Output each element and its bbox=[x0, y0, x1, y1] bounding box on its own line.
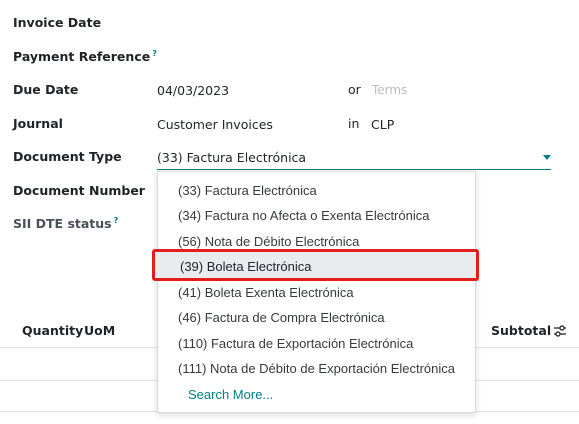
payment-reference-label-text: Payment Reference bbox=[13, 49, 151, 65]
dropdown-option[interactable]: (33) Factura Electrónica bbox=[178, 183, 317, 198]
chevron-down-icon[interactable] bbox=[543, 155, 551, 160]
subtotal-column-header[interactable]: Subtotal bbox=[491, 323, 551, 338]
dropdown-option[interactable]: (111) Nota de Débito de Exportación Elec… bbox=[178, 361, 455, 376]
currency-input[interactable]: CLP bbox=[371, 117, 394, 132]
sii-status-help-icon[interactable]: ? bbox=[114, 216, 119, 225]
dropdown-option[interactable]: (41) Boleta Exenta Electrónica bbox=[178, 285, 354, 300]
invoice-date-label: Invoice Date bbox=[13, 15, 102, 30]
dropdown-option-highlighted[interactable]: (39) Boleta Electrónica bbox=[152, 249, 479, 281]
uom-column-header[interactable]: UoM bbox=[84, 323, 115, 338]
payment-terms-input[interactable]: Terms bbox=[372, 83, 407, 97]
document-type-label: Document Type bbox=[13, 149, 122, 164]
payment-reference-help-icon[interactable]: ? bbox=[152, 49, 157, 58]
due-date-input[interactable]: 04/03/2023 bbox=[157, 83, 229, 98]
due-date-label: Due Date bbox=[13, 82, 79, 97]
dropdown-option-highlighted-label: (39) Boleta Electrónica bbox=[180, 259, 312, 274]
document-type-value: (33) Factura Electrónica bbox=[157, 150, 307, 165]
search-more-link[interactable]: Search More... bbox=[188, 387, 273, 402]
journal-label: Journal bbox=[13, 116, 63, 131]
document-type-dropdown: (33) Factura Electrónica (34) Factura no… bbox=[157, 171, 476, 413]
sliders-icon[interactable] bbox=[553, 324, 567, 338]
dropdown-option[interactable]: (56) Nota de Débito Electrónica bbox=[178, 234, 359, 249]
sii-status-label-text: SII DTE status bbox=[13, 216, 112, 232]
payment-reference-label: Payment Reference? bbox=[13, 49, 157, 64]
dropdown-option[interactable]: (110) Factura de Exportación Electrónica bbox=[178, 336, 413, 351]
in-label: in bbox=[348, 116, 360, 131]
document-number-label: Document Number bbox=[13, 183, 145, 198]
document-type-select[interactable]: (33) Factura Electrónica bbox=[157, 147, 551, 170]
or-label: or bbox=[348, 82, 361, 97]
sii-status-label: SII DTE status? bbox=[13, 216, 118, 231]
quantity-column-header[interactable]: Quantity bbox=[22, 323, 83, 338]
dropdown-option[interactable]: (34) Factura no Afecta o Exenta Electrón… bbox=[178, 208, 429, 223]
dropdown-option[interactable]: (46) Factura de Compra Electrónica bbox=[178, 310, 385, 325]
journal-input[interactable]: Customer Invoices bbox=[157, 117, 273, 132]
